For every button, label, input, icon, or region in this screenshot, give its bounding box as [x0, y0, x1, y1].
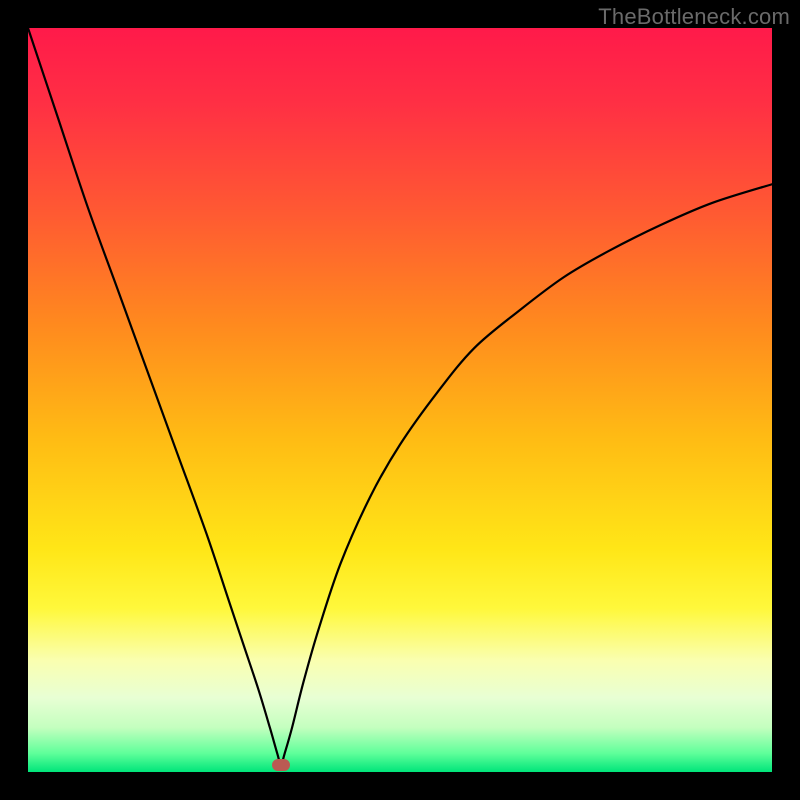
bottleneck-curve — [28, 28, 772, 772]
chart-frame: TheBottleneck.com — [0, 0, 800, 800]
plot-area — [28, 28, 772, 772]
watermark-text: TheBottleneck.com — [598, 4, 790, 30]
minimum-marker — [272, 759, 290, 771]
